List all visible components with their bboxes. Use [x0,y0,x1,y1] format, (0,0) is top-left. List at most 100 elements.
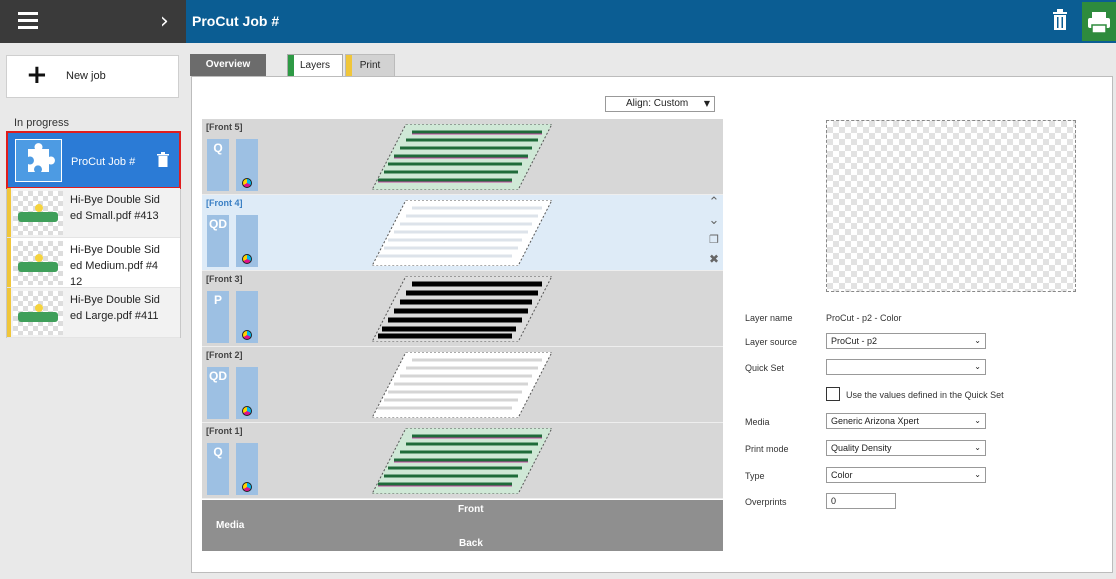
job-name: Hi-Bye Double Sided Small.pdf #413 [70,194,160,222]
layer-preview [372,124,552,190]
job-thumbnail [13,291,63,335]
select-value: Color [831,470,853,480]
status-stripe [7,188,11,237]
cmyk-icon [242,406,252,416]
layer-row[interactable]: [Front 3] P [202,271,723,347]
print-mode-label: Print mode [745,444,789,454]
chevron-down-icon: ⌄ [974,443,981,452]
chevron-down-icon: ⌄ [974,416,981,425]
align-value: Align: Custom [626,98,689,109]
layer-name: [Front 4] [206,198,243,208]
media-label: Media [216,520,245,531]
job-list: ProCut Job # Hi-Bye Double Sided Small.p… [6,131,181,338]
layer-name: [Front 1] [206,426,243,436]
status-stripe [7,238,11,287]
print-mode-badge: Q [207,139,229,191]
overprints-input[interactable]: 0 [826,493,896,509]
print-mode-badge: QD [207,367,229,419]
app-header: ProCut Job # [186,0,1116,43]
new-job-label: New job [66,70,106,82]
print-mode-badge: P [207,291,229,343]
new-job-button[interactable]: + New job [6,55,179,98]
in-progress-heading: In progress [14,117,70,129]
move-up-icon[interactable]: ⌃ [707,195,721,210]
layer-name: [Front 5] [206,122,243,132]
quick-set-checkbox-label: Use the values defined in the Quick Set [846,390,1004,400]
cmyk-icon [242,482,252,492]
layer-preview [372,200,552,266]
layer-name-value: ProCut - p2 - Color [826,313,902,323]
back-label[interactable]: Back [459,538,483,549]
chevron-down-icon: ⌄ [974,362,981,371]
list-item[interactable]: Hi-Bye Double Sided Small.pdf #413 [7,188,180,238]
color-channel-badge [236,291,258,343]
align-dropdown[interactable]: Align: Custom ▼ [605,96,715,112]
tab-print[interactable]: Print [345,54,395,76]
select-value: Quality Density [831,443,892,453]
plus-icon: + [26,60,48,90]
quick-set-checkbox[interactable] [826,387,840,401]
job-name: Hi-Bye Double Sided Large.pdf #411 [70,294,160,322]
list-item[interactable]: Hi-Bye Double Sided Large.pdf #411 [7,288,180,338]
sidebar-header: › [0,0,186,43]
job-thumbnail [13,241,63,285]
quick-set-select[interactable]: ⌄ [826,359,986,375]
tab-color-stripe [346,55,352,76]
front-label[interactable]: Front [458,504,484,515]
puzzle-icon [15,139,62,182]
color-channel-badge [236,443,258,495]
print-button[interactable] [1082,2,1116,41]
status-stripe [7,288,11,337]
delete-icon[interactable]: ✖ [707,252,721,266]
job-name: ProCut Job # [71,156,136,168]
media-bar: Media Front Back [202,500,723,551]
cmyk-icon [242,330,252,340]
tab-label: Print [359,60,381,71]
layer-name: [Front 3] [206,274,243,284]
print-mode-badge: Q [207,443,229,495]
tab-label: Layers [299,60,330,71]
print-mode-badge: QD [207,215,229,267]
tab-color-stripe [288,55,294,77]
caret-down-icon: ▼ [703,99,710,108]
layer-source-label: Layer source [745,337,798,347]
layer-name: [Front 2] [206,350,243,360]
list-item[interactable]: Hi-Bye Double Sided Medium.pdf #412 [7,238,180,288]
media-select[interactable]: Generic Arizona Xpert ⌄ [826,413,986,429]
layer-source-select[interactable]: ProCut - p2 ⌄ [826,333,986,349]
print-mode-select[interactable]: Quality Density ⌄ [826,440,986,456]
type-label: Type [745,471,765,481]
layer-row-selected[interactable]: [Front 4] QD [202,195,723,271]
move-down-icon[interactable]: ⌄ [707,213,721,228]
media-label: Media [745,417,770,427]
layer-preview [372,352,552,418]
quick-set-label: Quick Set [745,363,785,373]
layer-name-label: Layer name [745,313,793,323]
select-value: ProCut - p2 [831,336,878,346]
type-select[interactable]: Color ⌄ [826,467,986,483]
layer-preview-large [826,120,1076,292]
cmyk-icon [242,254,252,264]
tab-layers[interactable]: Layers [287,54,343,77]
layer-preview [372,276,552,342]
chevron-down-icon: ⌄ [974,470,981,479]
trash-icon[interactable] [157,152,169,167]
printer-icon [1088,12,1110,34]
job-thumbnail [13,191,63,235]
tab-overview[interactable]: Overview [190,54,266,76]
color-channel-badge [236,367,258,419]
layer-row[interactable]: [Front 5] Q [202,119,723,195]
chevron-down-icon: ⌄ [974,336,981,345]
cmyk-icon [242,178,252,188]
layer-row[interactable]: [Front 2] QD [202,347,723,423]
duplicate-icon[interactable]: ❐ [707,233,721,246]
hamburger-menu-icon[interactable] [18,12,38,31]
color-channel-badge [236,215,258,267]
color-channel-badge [236,139,258,191]
chevron-right-icon[interactable]: › [160,9,169,34]
layer-row[interactable]: [Front 1] Q [202,423,723,499]
trash-icon[interactable] [1052,9,1068,31]
job-item-selected[interactable]: ProCut Job # [6,131,181,189]
overprints-label: Overprints [745,497,787,507]
layer-preview [372,428,552,494]
